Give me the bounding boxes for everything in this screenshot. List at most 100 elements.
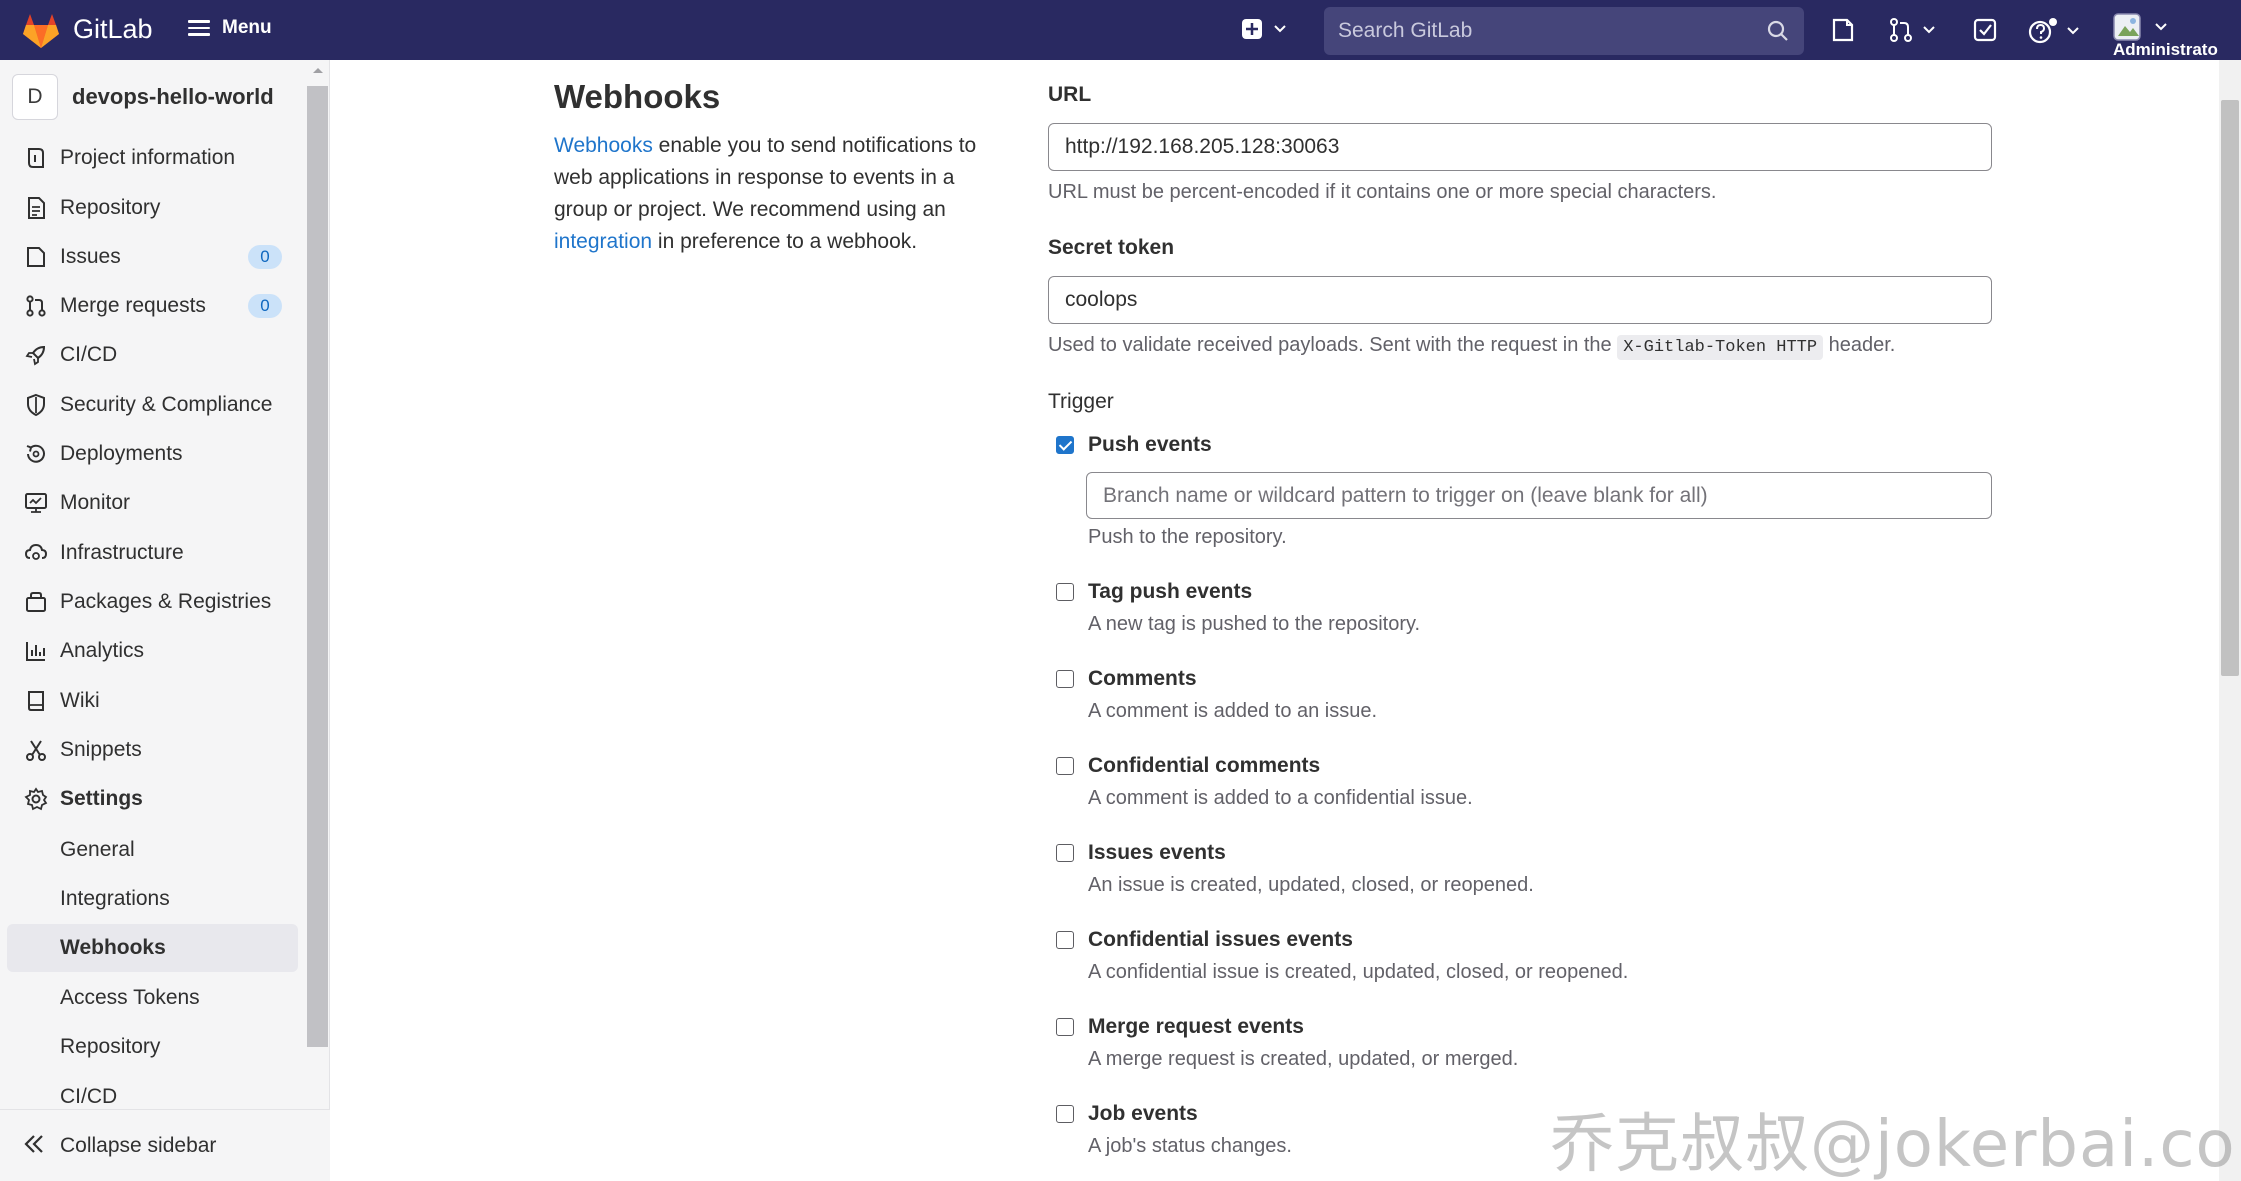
info-icon (28, 148, 44, 168)
merge-requests-nav-button[interactable] (1888, 17, 1936, 43)
cloud-gear-icon (24, 543, 48, 560)
document-icon (28, 197, 45, 219)
tag-push-events-checkbox[interactable] (1056, 583, 1074, 601)
collapse-sidebar-label: Collapse sidebar (60, 1133, 217, 1157)
comments-title[interactable]: Comments (1088, 667, 1197, 691)
gitlab-logo-icon[interactable] (22, 13, 60, 49)
issues-events-checkbox[interactable] (1056, 844, 1074, 862)
sidebar-item-label: Snippets (60, 738, 142, 761)
search-input[interactable] (1338, 7, 1758, 55)
settings-sub-webhooks[interactable]: Webhooks (7, 924, 298, 972)
settings-sub-label: Webhooks (60, 936, 166, 959)
sidebar-item-issues[interactable]: Issues 0 (7, 234, 298, 280)
shield-icon (27, 393, 45, 417)
new-item-dropdown[interactable] (1241, 18, 1287, 40)
sidebar-item-project-information[interactable]: Project information (7, 135, 298, 181)
secret-token-label: Secret token (1048, 236, 1175, 259)
merge-request-events-title[interactable]: Merge request events (1088, 1015, 1304, 1039)
user-avatar-icon (2113, 13, 2141, 41)
push-events-checkbox[interactable] (1056, 436, 1074, 454)
user-menu-button[interactable] (2112, 12, 2168, 42)
settings-sub-integrations[interactable]: Integrations (7, 875, 298, 923)
rocket-icon (25, 345, 46, 366)
sidebar-item-label: CI/CD (60, 343, 118, 366)
issues-nav-button[interactable] (1830, 17, 1856, 43)
settings-sub-access-tokens[interactable]: Access Tokens (7, 974, 298, 1022)
package-icon (26, 592, 46, 612)
help-nav-button[interactable] (2028, 17, 2080, 45)
sidebar-item-packages-registries[interactable]: Packages & Registries (7, 579, 298, 625)
collapse-sidebar-button[interactable]: Collapse sidebar (0, 1109, 330, 1181)
sidebar-item-repository[interactable]: Repository (7, 185, 298, 231)
sidebar-scroll-thumb[interactable] (307, 86, 328, 1047)
confidential-issues-events-checkbox[interactable] (1056, 931, 1074, 949)
menu-label: Menu (222, 17, 272, 38)
sidebar-item-label: Infrastructure (60, 541, 184, 564)
issues-count-badge: 0 (248, 245, 282, 269)
settings-sub-label: Integrations (60, 887, 170, 910)
integration-link[interactable]: integration (554, 230, 652, 253)
comments-checkbox[interactable] (1056, 670, 1074, 688)
sidebar-item-label: Merge requests (60, 294, 206, 317)
sidebar-item-merge-requests[interactable]: Merge requests 0 (7, 283, 298, 329)
sidebar-item-ci-cd[interactable]: CI/CD (7, 332, 298, 378)
todos-nav-button[interactable] (1972, 17, 1998, 43)
issues-events-title[interactable]: Issues events (1088, 841, 1226, 865)
merge-request-events-checkbox[interactable] (1056, 1018, 1074, 1036)
tag-push-events-description: A new tag is pushed to the repository. (1088, 613, 1421, 635)
menu-button[interactable]: Menu (188, 17, 272, 39)
job-events-checkbox[interactable] (1056, 1105, 1074, 1123)
top-navbar: GitLab Menu Search GitLab Administrato (0, 0, 2241, 60)
chevron-down-icon (1923, 26, 1935, 34)
deployments-icon (26, 444, 45, 463)
todo-checkbox-icon (1973, 18, 1997, 42)
issues-events-description: An issue is created, updated, closed, or… (1088, 874, 1534, 896)
page-scroll-thumb[interactable] (2221, 100, 2239, 676)
secret-token-input[interactable] (1048, 276, 1992, 324)
merge-request-events-description: A merge request is created, updated, or … (1088, 1048, 1519, 1070)
sidebar-item-label: Monitor (60, 491, 131, 514)
push-events-title[interactable]: Push events (1088, 433, 1212, 457)
sidebar-item-infrastructure[interactable]: Infrastructure (7, 530, 298, 576)
push-events-description: Push to the repository. (1088, 526, 1287, 548)
user-name-label[interactable]: Administrato (2113, 40, 2218, 60)
url-input[interactable] (1048, 123, 1992, 171)
sidebar-item-label: Packages & Registries (60, 590, 272, 613)
branch-filter-input[interactable] (1086, 472, 1992, 519)
sidebar-item-security-compliance[interactable]: Security & Compliance (7, 382, 298, 428)
confidential-issues-events-title[interactable]: Confidential issues events (1088, 928, 1353, 952)
sidebar-item-wiki[interactable]: Wiki (7, 678, 298, 724)
webhooks-docs-link[interactable]: Webhooks (554, 134, 653, 157)
job-events-title[interactable]: Job events (1088, 1102, 1198, 1126)
tag-push-events-title[interactable]: Tag push events (1088, 580, 1252, 604)
help-text-post: header. (1823, 334, 1896, 356)
chevron-down-icon (1274, 25, 1286, 33)
sidebar-item-label: Analytics (60, 639, 145, 662)
comments-description: A comment is added to an issue. (1088, 700, 1378, 722)
sidebar-item-deployments[interactable]: Deployments (7, 431, 298, 477)
page-scrollbar[interactable] (2219, 60, 2241, 1181)
settings-sub-label: General (60, 838, 135, 861)
search-box[interactable] (1324, 7, 1804, 55)
settings-sub-repository[interactable]: Repository (7, 1023, 298, 1071)
confidential-comments-title[interactable]: Confidential comments (1088, 754, 1320, 778)
project-header[interactable]: D devops-hello-world (12, 74, 274, 120)
confidential-issues-events-description: A confidential issue is created, updated… (1088, 961, 1629, 983)
chevron-down-icon (2155, 23, 2167, 31)
sidebar-item-monitor[interactable]: Monitor (7, 480, 298, 526)
sidebar-item-settings[interactable]: Settings (7, 776, 298, 822)
search-icon[interactable] (1766, 19, 1790, 43)
scroll-up-arrow-icon[interactable] (312, 66, 324, 74)
merge-request-icon (1890, 18, 1912, 42)
book-icon (28, 691, 44, 711)
sidebar-item-label: Wiki (60, 689, 100, 712)
gitlab-brand[interactable]: GitLab (73, 14, 153, 45)
sidebar-item-label: Issues (60, 245, 121, 268)
sidebar-item-snippets[interactable]: Snippets (7, 727, 298, 773)
settings-sub-general[interactable]: General (7, 826, 298, 874)
page-title: Webhooks (554, 78, 721, 115)
sidebar-item-analytics[interactable]: Analytics (7, 628, 298, 674)
confidential-comments-checkbox[interactable] (1056, 757, 1074, 775)
sidebar-item-label: Project information (60, 146, 236, 169)
job-events-description: A job's status changes. (1088, 1135, 1292, 1157)
